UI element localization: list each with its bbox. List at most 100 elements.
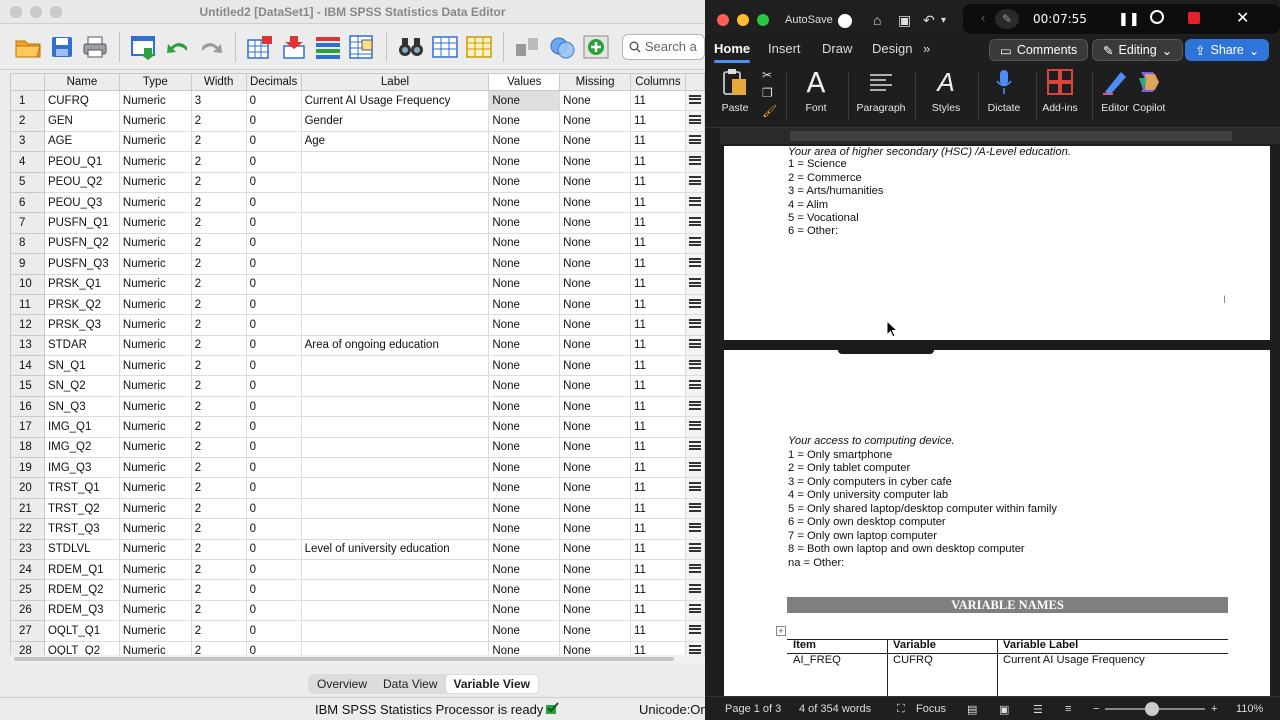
align-cell[interactable] xyxy=(684,518,705,540)
variable-row[interactable]: 10 PRSK_Q1 Numeric 2 0 None None 11 xyxy=(10,273,705,295)
var-label-cell[interactable] xyxy=(300,620,490,642)
row-number[interactable]: 4 xyxy=(10,151,45,173)
row-number[interactable]: 8 xyxy=(10,232,45,255)
variable-row[interactable]: 2 GEN Numeric 2 0 Gender None None 11 xyxy=(10,110,705,132)
goto-variable-icon[interactable] xyxy=(280,32,308,62)
table-move-handle[interactable]: + xyxy=(776,626,786,636)
variable-row[interactable]: 14 SN_Q1 Numeric 2 0 None None 11 xyxy=(10,355,705,377)
tab-home[interactable]: Home xyxy=(714,41,751,63)
var-decimals-cell[interactable]: 0 xyxy=(245,212,302,234)
var-label-cell[interactable] xyxy=(300,232,490,255)
column-header[interactable]: Label xyxy=(300,73,490,91)
var-label-cell[interactable] xyxy=(300,253,490,275)
var-label-cell[interactable] xyxy=(300,375,490,397)
var-decimals-cell[interactable]: 0 xyxy=(245,620,302,642)
var-decimals-cell[interactable]: 0 xyxy=(245,151,302,173)
var-label-cell[interactable] xyxy=(300,640,490,655)
var-values-cell[interactable]: None xyxy=(488,171,561,193)
column-header[interactable]: Decimals xyxy=(245,73,302,91)
split-file-icon[interactable] xyxy=(514,32,542,62)
align-cell[interactable] xyxy=(684,558,705,581)
column-header[interactable]: Name xyxy=(43,73,120,91)
var-name-cell[interactable]: TRST_Q3 xyxy=(43,518,120,540)
var-decimals-cell[interactable]: 0 xyxy=(245,334,302,357)
var-name-cell[interactable]: STDLVL xyxy=(43,538,120,560)
align-cell[interactable] xyxy=(684,334,705,357)
var-label-cell[interactable]: Level of university education xyxy=(300,538,490,560)
goto-case-icon[interactable] xyxy=(246,32,274,62)
var-type-cell[interactable]: Numeric xyxy=(118,599,192,622)
var-decimals-cell[interactable]: 0 xyxy=(245,355,302,377)
undo-icon[interactable] xyxy=(164,32,192,62)
document-page[interactable]: Your area of higher secondary (HSC) /A-L… xyxy=(724,146,1270,696)
var-type-cell[interactable]: Numeric xyxy=(118,191,192,214)
var-width-cell[interactable]: 2 xyxy=(190,151,247,173)
var-values-cell[interactable]: None xyxy=(488,293,561,316)
var-columns-cell[interactable]: 11 xyxy=(630,395,686,418)
column-header[interactable]: Values xyxy=(488,73,561,91)
var-type-cell[interactable]: Numeric xyxy=(118,395,192,418)
row-number[interactable]: 7 xyxy=(10,212,45,234)
var-columns-cell[interactable]: 11 xyxy=(630,436,686,459)
var-values-cell[interactable]: None xyxy=(488,314,561,336)
styles-group[interactable]: A Styles xyxy=(916,66,976,115)
pause-icon[interactable]: ❚❚ xyxy=(1118,11,1140,27)
var-values-cell[interactable]: None xyxy=(488,497,561,520)
var-width-cell[interactable]: 2 xyxy=(190,477,247,499)
zoom-level[interactable]: 110% xyxy=(1236,703,1263,715)
var-columns-cell[interactable]: 11 xyxy=(630,130,686,153)
variable-row[interactable]: 11 PRSK_Q2 Numeric 2 0 None None 11 xyxy=(10,293,705,316)
var-type-cell[interactable]: Numeric xyxy=(118,253,192,275)
var-decimals-cell[interactable]: 0 xyxy=(245,579,302,601)
var-decimals-cell[interactable]: 0 xyxy=(245,640,302,655)
var-columns-cell[interactable]: 11 xyxy=(630,191,686,214)
zoom-out-icon[interactable]: − xyxy=(1093,703,1099,715)
var-missing-cell[interactable]: None xyxy=(559,171,631,193)
var-missing-cell[interactable]: None xyxy=(559,457,631,479)
var-decimals-cell[interactable]: 0 xyxy=(245,110,302,132)
var-type-cell[interactable]: Numeric xyxy=(118,110,192,132)
align-cell[interactable] xyxy=(684,130,705,153)
word-count[interactable]: 4 of 354 words xyxy=(799,703,871,715)
insert-variable-icon[interactable] xyxy=(465,32,493,62)
var-missing-cell[interactable]: None xyxy=(559,110,631,132)
variable-row[interactable]: 9 PUSFN_Q3 Numeric 2 0 None None 11 xyxy=(10,253,705,275)
var-type-cell[interactable]: Numeric xyxy=(118,314,192,336)
var-decimals-cell[interactable]: 0 xyxy=(245,599,302,622)
var-name-cell[interactable]: PRSK_Q1 xyxy=(43,273,120,295)
var-width-cell[interactable]: 2 xyxy=(190,416,247,438)
var-values-cell[interactable]: None xyxy=(488,355,561,377)
variable-row[interactable]: 6 PEOU_Q3 Numeric 2 0 None None 11 xyxy=(10,191,705,214)
var-type-cell[interactable]: Numeric xyxy=(118,89,192,112)
var-decimals-cell[interactable]: 0 xyxy=(245,477,302,499)
var-missing-cell[interactable]: None xyxy=(559,273,631,295)
var-label-cell[interactable] xyxy=(300,212,490,234)
row-number[interactable]: 15 xyxy=(10,375,45,397)
var-name-cell[interactable]: RDEM_Q2 xyxy=(43,579,120,601)
var-name-cell[interactable]: CUFRQ xyxy=(43,89,120,112)
var-width-cell[interactable]: 2 xyxy=(190,538,247,560)
table-cell[interactable]: CUFRQ xyxy=(893,654,933,666)
var-label-cell[interactable] xyxy=(300,416,490,438)
var-name-cell[interactable]: OQLT_Q1 xyxy=(43,620,120,642)
print-layout-icon[interactable]: ▤ xyxy=(967,703,977,716)
var-values-cell[interactable]: None xyxy=(488,253,561,275)
var-type-cell[interactable]: Numeric xyxy=(118,558,192,581)
var-type-cell[interactable]: Numeric xyxy=(118,416,192,438)
var-name-cell[interactable]: SN_Q2 xyxy=(43,375,120,397)
var-decimals-cell[interactable]: 0 xyxy=(245,171,302,193)
var-width-cell[interactable]: 2 xyxy=(190,355,247,377)
var-label-cell[interactable] xyxy=(300,558,490,581)
zoom-in-icon[interactable]: + xyxy=(1211,703,1217,715)
var-label-cell[interactable] xyxy=(300,191,490,214)
select-cases-icon[interactable] xyxy=(548,32,576,62)
var-type-cell[interactable]: Numeric xyxy=(118,518,192,540)
var-values-cell[interactable]: None xyxy=(488,518,561,540)
var-type-cell[interactable]: Numeric xyxy=(118,640,192,655)
var-type-cell[interactable]: Numeric xyxy=(118,477,192,499)
var-label-cell[interactable]: Current AI Usage Frequency xyxy=(300,89,490,112)
var-label-cell[interactable]: Gender xyxy=(300,110,490,132)
dictate-group[interactable]: Dictate xyxy=(974,66,1034,114)
var-values-cell[interactable]: None xyxy=(488,212,561,234)
tab-design[interactable]: Design xyxy=(872,41,912,56)
